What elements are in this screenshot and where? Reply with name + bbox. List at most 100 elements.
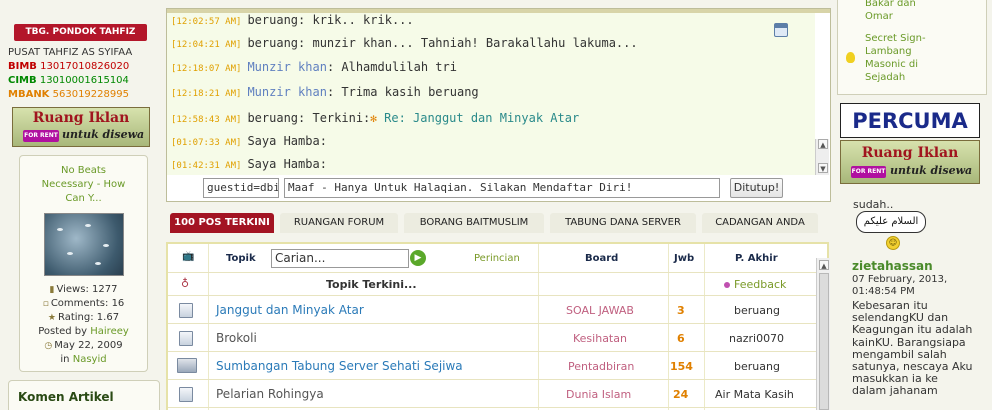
- chat-user[interactable]: beruang: [247, 111, 298, 125]
- shout-date: 07 February, 2013, 01:48:54 PM: [852, 274, 948, 297]
- tab-cadangan-anda[interactable]: CADANGAN ANDA: [702, 213, 818, 233]
- document-icon: [179, 331, 193, 346]
- feedback-link[interactable]: Feedback: [724, 278, 786, 291]
- tab-tabung-dana-server[interactable]: TABUNG DANA SERVER: [550, 213, 696, 233]
- shoutbox-chat: [12:02:57 AM] beruang: krik.. krik... [12…: [166, 8, 831, 202]
- bar-chart-icon: ▮: [49, 285, 55, 295]
- recent-posts-table: 📺 Topik Carian... ▶ Perincian Board Jwb …: [166, 242, 829, 410]
- ad-subtitle: untuk disewa: [62, 128, 145, 141]
- scroll-down-icon[interactable]: ▼: [818, 163, 828, 173]
- chat-user[interactable]: beruang: [247, 36, 298, 50]
- video-date: ◷ May 22, 2009: [44, 340, 123, 351]
- shout-text: sudah..: [853, 198, 894, 211]
- chat-user[interactable]: Saya Hamba: [247, 134, 319, 148]
- board-link[interactable]: Pentadbiran: [568, 360, 634, 373]
- calendar-icon[interactable]: [774, 23, 788, 37]
- video-card: No Beats Necessary - How Can Y... ▮ Views…: [19, 155, 148, 372]
- search-input[interactable]: Carian...: [271, 249, 409, 268]
- search-go-button[interactable]: ▶: [410, 250, 426, 266]
- bank-bimb: BIMB 13017010826020: [8, 61, 130, 72]
- scroll-up-icon[interactable]: ▲: [818, 139, 828, 149]
- video-category-link[interactable]: Nasyid: [73, 354, 107, 365]
- video-thumbnail[interactable]: [44, 213, 124, 276]
- topic-link[interactable]: Janggut dan Minyak Atar: [216, 303, 364, 317]
- chat-user[interactable]: beruang: [247, 13, 298, 27]
- chat-row: [12:58:43 AM] beruang: Terkini:✻ Re: Jang…: [171, 111, 580, 125]
- video-comments: ▫ Comments: 16: [42, 298, 125, 309]
- chat-row: [01:07:33 AM] Saya Hamba:: [171, 134, 327, 148]
- chat-scrollbar[interactable]: ▲ ▼: [815, 139, 829, 175]
- table-row: Pelarian Rohingya Dunia Islam 24 Air Mat…: [168, 380, 827, 408]
- table-subheader-row: ♁ Topik Terkini... Feedback: [168, 273, 827, 296]
- video-posted-by: Posted by Haireey: [38, 326, 129, 337]
- chat-row: [12:18:07 AM] Munzir khan: Alhamdulilah t…: [171, 60, 457, 74]
- shout-username[interactable]: zietahassan: [852, 259, 933, 273]
- shout-message: Kebesaran itu selendangKU dan Keagungan …: [852, 299, 973, 398]
- pusat-tahfiz-label: PUSAT TAHFIZ AS SYIFAA: [8, 47, 133, 58]
- chat-user[interactable]: Munzir khan: [247, 60, 326, 74]
- topic-link[interactable]: Pelarian Rohingya: [216, 387, 324, 401]
- topic-link[interactable]: Sumbangan Tabung Server Sehati Sejiwa: [216, 359, 463, 373]
- reply-count: 24: [673, 388, 689, 401]
- ad-banner-left[interactable]: Ruang Iklan FOR RENT untuk disewa: [12, 107, 150, 147]
- chat-messages: [12:02:57 AM] beruang: krik.. krik... [12…: [167, 13, 815, 175]
- guest-id-input[interactable]: guestid=dbi: [203, 178, 279, 198]
- board-link[interactable]: SOAL JAWAB: [566, 304, 634, 317]
- tab-ruangan-forum[interactable]: RUANGAN FORUM: [280, 213, 398, 233]
- tab-borang-baitmuslim[interactable]: BORANG BAITMUSLIM: [404, 213, 544, 233]
- last-poster[interactable]: Air Mata Kasih: [715, 388, 794, 401]
- video-rating: ★ Rating: 1.67: [47, 312, 120, 323]
- chat-submit-button[interactable]: Ditutup!: [730, 178, 783, 198]
- article-link[interactable]: Bakar dan Omar: [865, 0, 916, 23]
- chat-row: [12:02:57 AM] beruang: krik.. krik...: [171, 13, 414, 27]
- for-rent-badge: FOR RENT: [23, 130, 59, 142]
- related-articles-panel: Bakar dan Omar Secret Sign- Lambang Maso…: [837, 0, 987, 95]
- pin-icon: ♁: [181, 277, 190, 290]
- tv-icon: 📺: [182, 251, 195, 262]
- reply-count: 154: [670, 360, 693, 373]
- chat-row: [01:42:31 AM] Saya Hamba:: [171, 157, 327, 171]
- last-poster[interactable]: nazri0070: [729, 332, 784, 345]
- video-title[interactable]: No Beats Necessary - How Can Y...: [20, 164, 147, 206]
- col-jwb: Jwb: [674, 253, 695, 264]
- left-sidebar: TBG. PONDOK TAHFIZ PUSAT TAHFIZ AS SYIFA…: [0, 0, 168, 410]
- feedback-bullet-icon: [724, 282, 730, 288]
- last-poster[interactable]: beruang: [734, 304, 780, 317]
- board-link[interactable]: Dunia Islam: [566, 388, 631, 401]
- komen-artikel-panel: Komen Artikel: [8, 380, 160, 410]
- ad-banner-right[interactable]: Ruang Iklan FOR RENT untuk disewa: [840, 140, 980, 184]
- bank-cimb: CIMB 13010001615104: [8, 75, 129, 86]
- table-row: Brokoli Kesihatan 6 nazri0070: [168, 324, 827, 352]
- board-link[interactable]: Kesihatan: [573, 332, 627, 345]
- table-scrollbar[interactable]: ▲: [816, 258, 830, 410]
- chat-message-input[interactable]: Maaf - Hanya Untuk Halaqian. Silakan Men…: [284, 178, 720, 198]
- topic-link[interactable]: Brokoli: [216, 331, 257, 345]
- star-icon: ★: [47, 313, 56, 323]
- table-row: Janggut dan Minyak Atar SOAL JAWAB 3 ber…: [168, 296, 827, 324]
- smiley-icon: ☺: [886, 236, 900, 250]
- ad-subtitle: untuk disewa: [890, 164, 973, 177]
- chat-row: [12:18:21 AM] Munzir khan: Trima kasih be…: [171, 85, 479, 99]
- clock-icon: ◷: [44, 341, 53, 351]
- ad-title: Ruang Iklan: [861, 145, 959, 161]
- article-link[interactable]: Secret Sign- Lambang Masonic di Sejadah: [865, 32, 926, 84]
- bank-mbank: MBANK 563019228995: [8, 89, 129, 100]
- chat-user[interactable]: Saya Hamba: [247, 157, 319, 171]
- ad-title: Ruang Iklan: [32, 110, 130, 126]
- komen-artikel-title: Komen Artikel: [18, 390, 114, 404]
- table-row: Sumbangan Tabung Server Sehati Sejiwa Pe…: [168, 352, 827, 380]
- video-category: in Nasyid: [60, 354, 107, 365]
- scrollbar-thumb[interactable]: [819, 273, 829, 410]
- video-user-link[interactable]: Haireey: [90, 326, 129, 337]
- percuma-banner[interactable]: PERCUMA: [840, 103, 980, 138]
- tab-100-pos-terkini[interactable]: 100 POS TERKINI: [170, 213, 274, 233]
- comment-icon: ▫: [42, 299, 49, 309]
- chat-topic-link[interactable]: Re: Janggut dan Minyak Atar: [384, 111, 579, 125]
- scroll-up-icon[interactable]: ▲: [819, 260, 829, 270]
- lightbulb-icon: [846, 52, 855, 63]
- chat-row: [12:04:21 AM] beruang: munzir khan... Tah…: [171, 36, 638, 50]
- chat-user[interactable]: Munzir khan: [247, 85, 326, 99]
- col-perincian[interactable]: Perincian: [474, 253, 520, 264]
- last-poster[interactable]: beruang: [734, 360, 780, 373]
- document-icon: [179, 303, 193, 318]
